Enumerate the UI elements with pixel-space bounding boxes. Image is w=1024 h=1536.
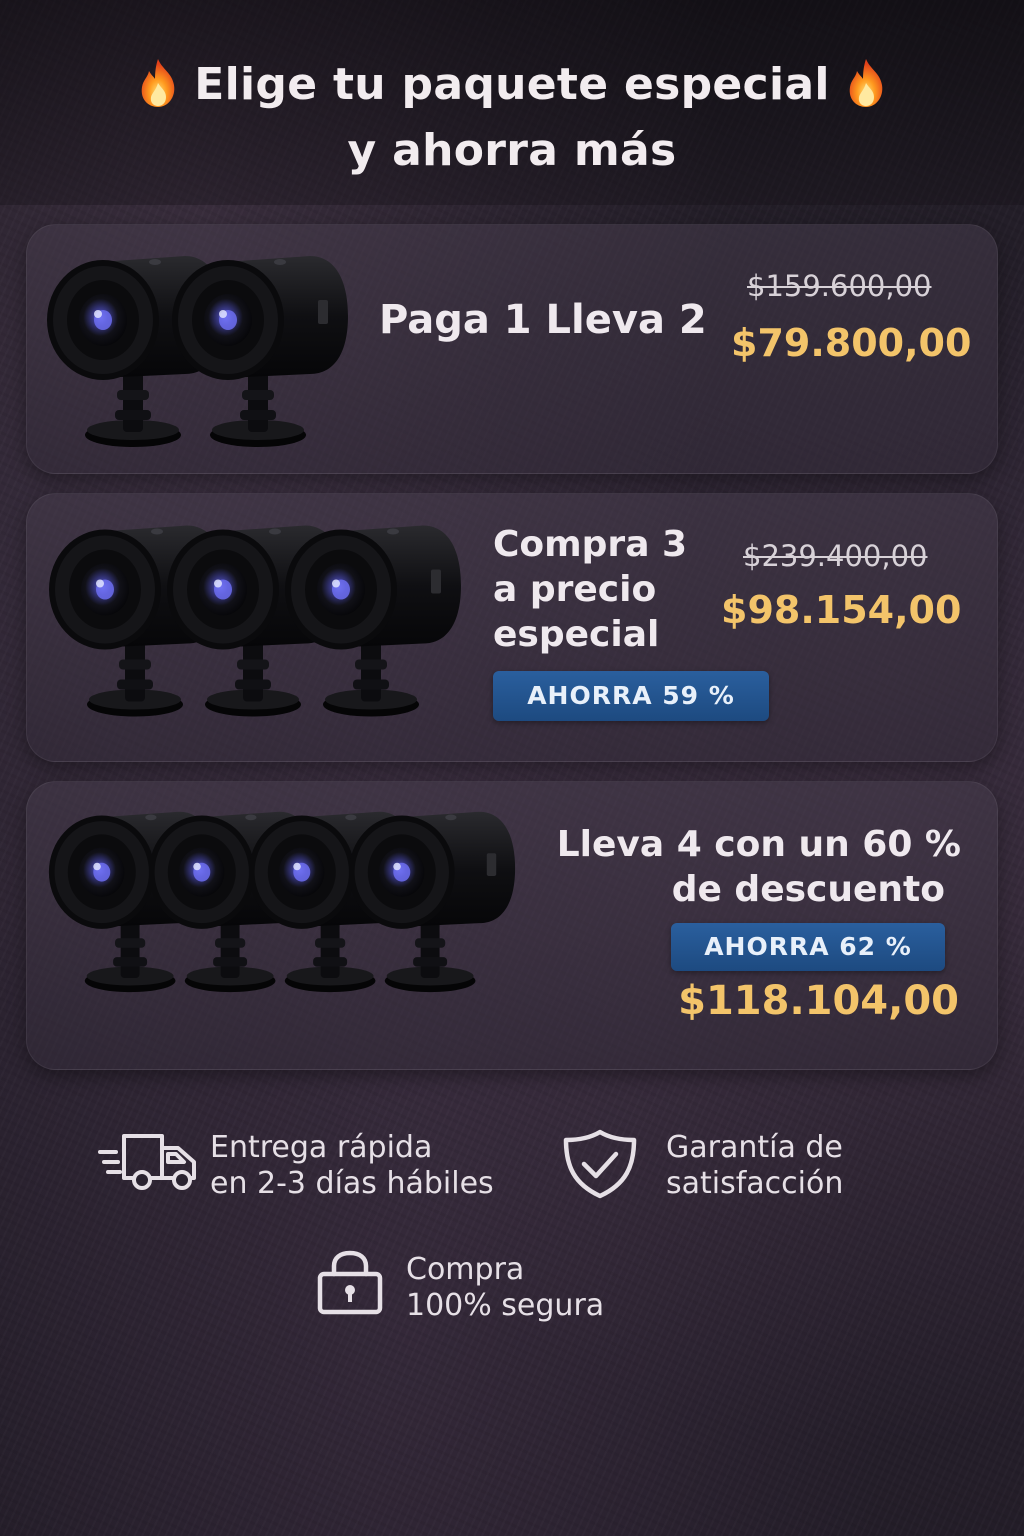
- title-text-1: Elige tu paquete especial: [194, 59, 830, 110]
- feature-line: satisfacción: [666, 1166, 844, 1201]
- title-line: especial: [493, 614, 660, 655]
- feature-line: Garantía de: [666, 1130, 843, 1165]
- old-price: $159.600,00: [747, 269, 932, 303]
- package-title: Compra 3 a precio especial: [493, 522, 687, 657]
- savings-badge: AHORRA 62 %: [671, 923, 945, 971]
- feature-line: en 2-3 días hábiles: [210, 1166, 494, 1201]
- camera-image: [347, 798, 517, 1003]
- feature-text: Garantía de satisfacción: [666, 1130, 843, 1202]
- title-line: de descuento: [671, 869, 945, 910]
- current-price: $118.104,00: [678, 978, 959, 1024]
- fire-emoji-icon: [849, 59, 883, 107]
- title-line-1: Elige tu paquete especial: [0, 52, 1024, 118]
- camera-image: [170, 245, 350, 455]
- title-line: Lleva 4 con un 60 %: [556, 824, 961, 865]
- title-line: Compra 3: [493, 524, 688, 565]
- padlock-icon: [317, 1250, 383, 1315]
- title-line: a precio: [493, 569, 657, 610]
- current-price: $79.800,00: [731, 321, 972, 365]
- old-price: $239.400,00: [743, 539, 928, 573]
- shield-check-icon: [563, 1129, 637, 1199]
- feature-text: Entrega rápida en 2-3 días hábiles: [210, 1130, 494, 1202]
- package-card-1[interactable]: Paga 1 Lleva 2 $159.600,00 $79.800,00: [26, 224, 998, 474]
- feature-text: Compra 100% segura: [406, 1252, 604, 1324]
- current-price: $98.154,00: [721, 588, 962, 632]
- title-line-2: y ahorra más: [347, 125, 677, 176]
- delivery-truck-icon: [98, 1134, 196, 1190]
- package-title: Paga 1 Lleva 2: [379, 297, 707, 343]
- package-card-2[interactable]: Compra 3 a precio especial $239.400,00 $…: [26, 493, 998, 762]
- page-title: Elige tu paquete especial y ahorra más: [0, 52, 1024, 184]
- savings-badge: AHORRA 59 %: [493, 671, 769, 721]
- feature-line: 100% segura: [406, 1288, 605, 1323]
- fire-emoji-icon: [141, 59, 175, 107]
- camera-image: [283, 512, 463, 727]
- package-title: Lleva 4 con un 60 % de descuento: [557, 822, 961, 912]
- feature-line: Entrega rápida: [210, 1130, 433, 1165]
- package-card-3[interactable]: Lleva 4 con un 60 % de descuento AHORRA …: [26, 781, 998, 1070]
- feature-line: Compra: [406, 1252, 525, 1287]
